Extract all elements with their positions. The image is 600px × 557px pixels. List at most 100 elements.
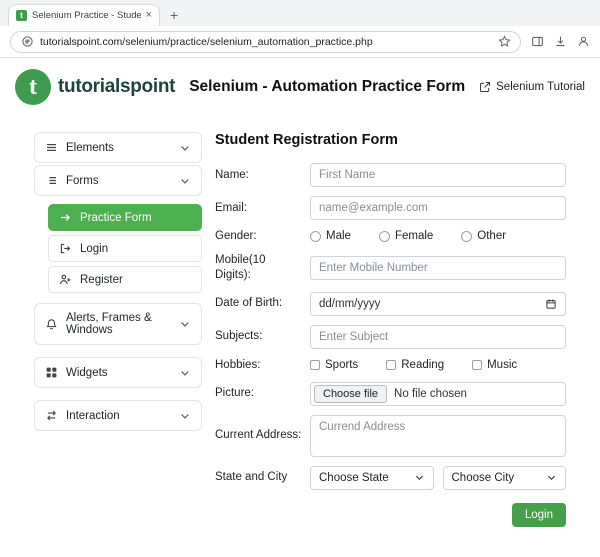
mobile-row: Mobile(10 Digits): [215, 253, 566, 283]
gender-label: Gender: [215, 230, 257, 242]
sidebar-item-widgets[interactable]: Widgets [34, 357, 202, 388]
widgets-grid-icon [45, 366, 58, 379]
hamburger-icon [45, 141, 58, 154]
reading-checkbox[interactable] [386, 360, 397, 371]
email-input[interactable] [310, 196, 566, 220]
choose-file-button[interactable]: Choose file [314, 384, 388, 403]
other-label: Other [477, 230, 507, 243]
tab-close-icon[interactable]: × [146, 10, 152, 21]
tab-title: Selenium Practice - Student [32, 10, 141, 21]
gender-options: Male Female Other [310, 230, 566, 242]
bookmark-star-icon[interactable] [497, 35, 511, 49]
name-row: Name: [215, 163, 566, 187]
swap-arrows-icon [45, 409, 58, 422]
music-label: Music [487, 359, 518, 372]
subjects-input[interactable] [310, 324, 566, 349]
browser-window: t Selenium Practice - Student × + tutori… [0, 0, 600, 557]
state-select-value: Choose State [319, 471, 389, 484]
logo-icon: t [15, 69, 51, 105]
sidebar-label-practice-form: Practice Form [80, 211, 152, 224]
sidebar-item-practice-form[interactable]: Practice Form [48, 204, 202, 231]
state-city-selects: Choose State Choose City [310, 465, 566, 490]
profile-icon[interactable] [576, 35, 590, 49]
tab-favicon: t [16, 10, 27, 21]
picture-label: Picture: [215, 387, 254, 400]
forms-submenu: Practice Form Login Register [48, 204, 202, 293]
side-panel-icon[interactable] [530, 35, 544, 49]
state-city-label: State and City [215, 471, 288, 484]
hobby-option-sports[interactable]: Sports [310, 359, 358, 371]
sports-checkbox[interactable] [310, 360, 320, 371]
login-button[interactable]: Login [511, 502, 566, 527]
other-radio[interactable] [461, 230, 473, 242]
sidebar-label-register: Register [80, 273, 123, 286]
mobile-input[interactable] [310, 255, 566, 280]
first-name-input[interactable] [310, 163, 566, 187]
sidebar-item-interaction[interactable]: Interaction [34, 400, 202, 431]
hobbies-row: Hobbies: Sports Reading Music [215, 358, 566, 373]
sidebar-label-widgets: Widgets [66, 366, 108, 379]
url-text: tutorialspoint.com/selenium/practice/sel… [40, 35, 373, 48]
gender-option-female[interactable]: Female [378, 230, 434, 243]
name-label: Name: [215, 168, 249, 181]
chevron-down-icon [179, 410, 191, 422]
hobby-option-music[interactable]: Music [472, 359, 517, 371]
current-address-textarea[interactable] [310, 414, 566, 457]
sidebar-label-elements: Elements [66, 141, 114, 154]
bell-icon [45, 318, 58, 331]
submit-row: Login [215, 502, 566, 527]
sidebar-item-forms[interactable]: Forms [34, 165, 202, 196]
address-bar[interactable]: tutorialspoint.com/selenium/practice/sel… [10, 30, 521, 53]
chevron-down-icon [179, 367, 191, 379]
sidebar-label-alerts: Alerts, Frames & Windows [66, 312, 152, 336]
calendar-icon[interactable] [545, 298, 557, 310]
sidebar-item-alerts[interactable]: Alerts, Frames & Windows [34, 303, 202, 345]
subjects-row: Subjects: [215, 324, 566, 349]
address-label: Current Address: [215, 429, 302, 442]
gender-option-male[interactable]: Male [310, 230, 351, 242]
subjects-label: Subjects: [215, 330, 263, 343]
browser-tab[interactable]: t Selenium Practice - Student × [8, 4, 160, 26]
email-label: Email: [215, 201, 247, 214]
sidebar-item-elements[interactable]: Elements [34, 132, 202, 163]
file-status-text: No file chosen [394, 387, 467, 400]
email-row: Email: [215, 196, 566, 220]
site-info-icon[interactable] [20, 35, 34, 49]
address-row: Current Address: [215, 414, 566, 457]
date-of-birth-input[interactable]: dd/mm/yyyy [310, 291, 566, 316]
selenium-tutorial-link[interactable]: Selenium Tutorial [479, 81, 585, 93]
new-tab-button[interactable]: + [170, 8, 178, 22]
registration-form: Student Registration Form Name: Email: G… [215, 132, 566, 557]
mobile-label: Mobile(10 Digits): [215, 253, 266, 281]
list-icon [45, 174, 58, 187]
sidebar-item-login[interactable]: Login [48, 235, 202, 262]
brand-name: tutorialspoint [58, 76, 176, 97]
female-label: Female [394, 230, 434, 243]
gender-row: Gender: Male Female Other [215, 229, 566, 244]
caret-down-icon [415, 475, 423, 481]
sidebar-label-forms: Forms [66, 174, 99, 187]
download-icon[interactable] [553, 35, 567, 49]
reading-label: Reading [401, 359, 445, 372]
gender-option-other[interactable]: Other [461, 230, 506, 242]
hobby-option-reading[interactable]: Reading [386, 359, 444, 371]
chevron-down-icon [179, 318, 191, 330]
female-radio[interactable] [378, 230, 390, 242]
browser-toolbar: tutorialspoint.com/selenium/practice/sel… [0, 26, 600, 58]
hobbies-label: Hobbies: [215, 358, 261, 371]
dob-row: Date of Birth: dd/mm/yyyy [215, 291, 566, 316]
city-select[interactable]: Choose City [442, 465, 566, 490]
dob-label: Date of Birth: [215, 297, 283, 310]
external-link-icon [480, 82, 491, 92]
sidebar-item-register[interactable]: Register [48, 266, 202, 293]
music-checkbox[interactable] [472, 360, 483, 371]
state-city-row: State and City Choose State Choose City [215, 465, 566, 490]
picture-file-input[interactable]: Choose file No file chosen [310, 381, 566, 406]
register-icon [59, 273, 72, 286]
chevron-down-icon [179, 142, 191, 154]
brand-logo[interactable]: t tutorialspoint [15, 69, 175, 105]
male-radio[interactable] [310, 230, 321, 242]
hobbies-options: Sports Reading Music [310, 359, 566, 371]
arrow-right-icon [59, 211, 72, 224]
state-select[interactable]: Choose State [310, 465, 434, 490]
